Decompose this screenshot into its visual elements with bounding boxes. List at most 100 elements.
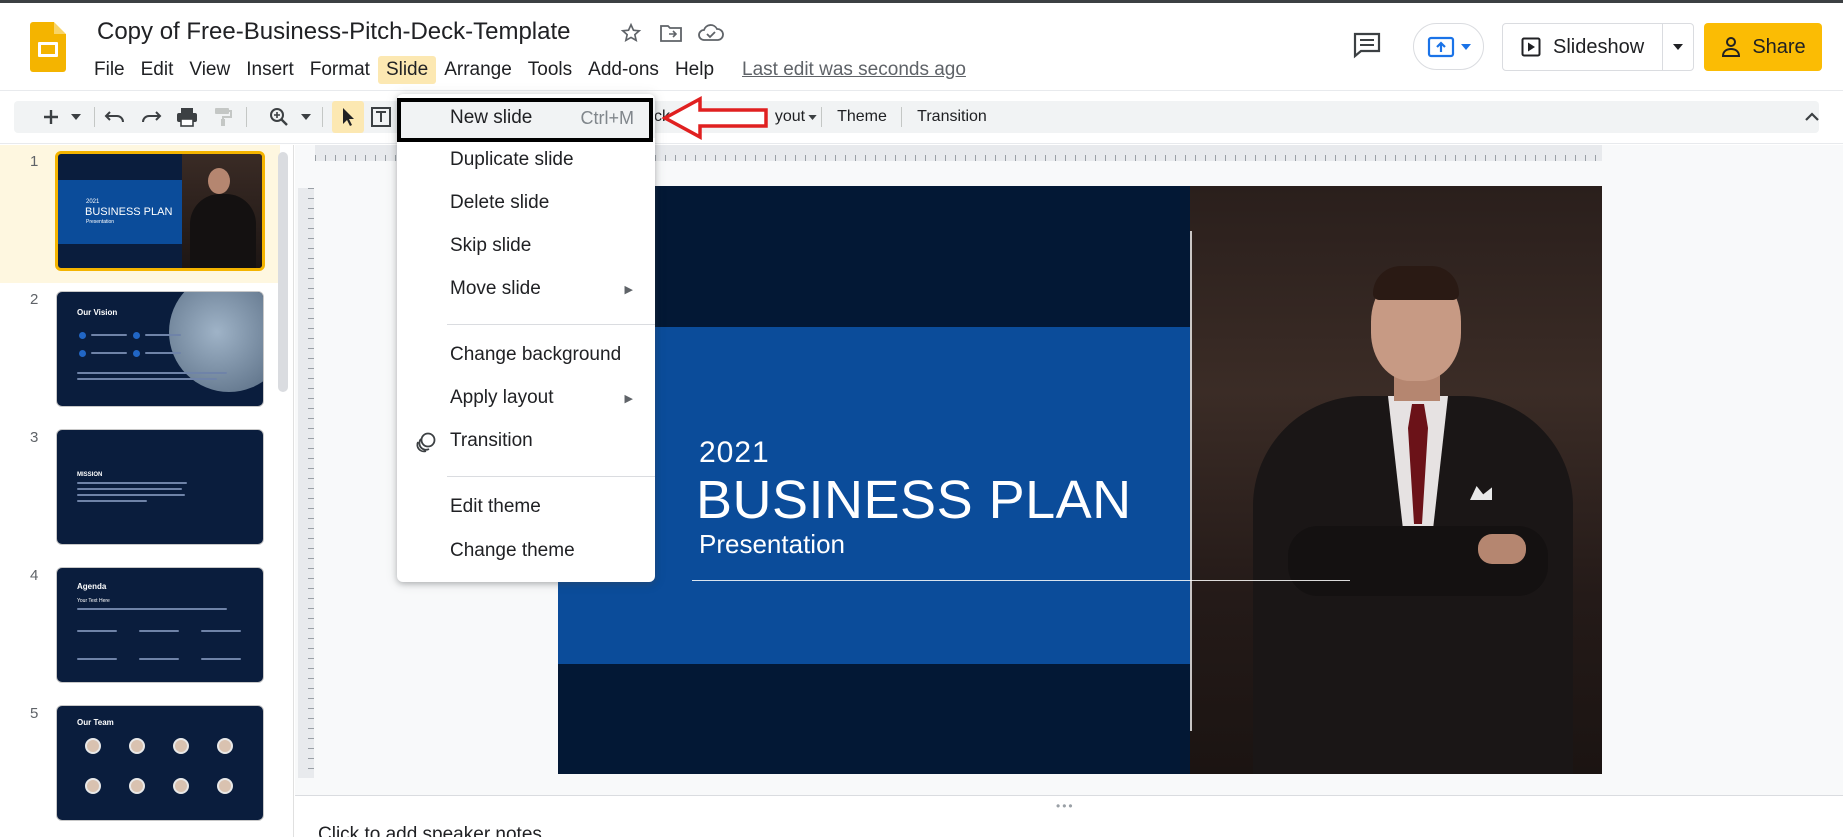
- thumb-person-head: [208, 168, 230, 194]
- menu-item-move-slide[interactable]: Move slide ▶: [397, 269, 655, 309]
- speaker-notes-placeholder[interactable]: Click to add speaker notes: [318, 824, 542, 837]
- slideshow-button-group: Slideshow: [1502, 23, 1694, 71]
- menu-item-apply-layout[interactable]: Apply layout ▶: [397, 378, 655, 418]
- new-slide-plus-icon[interactable]: [36, 101, 66, 133]
- filmstrip-slide-3[interactable]: 3 MISSION: [0, 421, 280, 559]
- menu-slide[interactable]: Slide: [377, 56, 437, 84]
- menu-help[interactable]: Help: [667, 56, 722, 84]
- document-title[interactable]: Copy of Free-Business-Pitch-Deck-Templat…: [97, 18, 571, 46]
- toolbar-divider: [901, 107, 902, 127]
- thumb-text-line: [77, 482, 187, 484]
- vertical-ruler[interactable]: [298, 188, 314, 778]
- slide-title[interactable]: BUSINESS PLAN: [696, 469, 1132, 531]
- filmstrip-scrollbar[interactable]: [278, 152, 288, 392]
- thumb-text-line: [77, 630, 117, 632]
- text-box-icon[interactable]: [370, 101, 392, 133]
- slides-logo-icon[interactable]: [30, 22, 66, 72]
- thumb-team-avatar: [85, 738, 101, 754]
- notes-resize-handle[interactable]: •••: [1056, 799, 1075, 813]
- new-slide-dropdown-icon[interactable]: [66, 101, 86, 133]
- logo-inner: [38, 42, 58, 57]
- paint-format-icon[interactable]: [208, 101, 238, 133]
- menu-item-label: Skip slide: [450, 235, 532, 256]
- menu-file[interactable]: File: [86, 56, 133, 84]
- thumb-team-avatar: [173, 738, 189, 754]
- thumb-title: Agenda: [77, 582, 107, 591]
- last-edit-link[interactable]: Last edit was seconds ago: [742, 59, 966, 81]
- comment-history-icon[interactable]: [1352, 31, 1384, 61]
- menu-item-duplicate-slide[interactable]: Duplicate slide: [397, 140, 655, 180]
- thumb-year: 2021: [86, 199, 100, 205]
- slide-horizontal-line[interactable]: [692, 580, 1350, 581]
- menu-insert[interactable]: Insert: [238, 56, 302, 84]
- menu-view[interactable]: View: [181, 56, 238, 84]
- thumb-team-avatar: [217, 738, 233, 754]
- thumb-text-line: [139, 658, 179, 660]
- layout-label-partial: yout: [774, 108, 806, 125]
- menu-tools[interactable]: Tools: [520, 56, 580, 84]
- menu-item-transition[interactable]: Transition: [397, 421, 655, 461]
- filmstrip-slide-2[interactable]: 2 Our Vision: [0, 283, 280, 421]
- menu-edit[interactable]: Edit: [133, 56, 182, 84]
- print-icon[interactable]: [172, 101, 202, 133]
- menu-addons[interactable]: Add-ons: [580, 56, 667, 84]
- select-cursor-icon[interactable]: [332, 101, 364, 133]
- thumb-text-line: [91, 352, 127, 354]
- slide-subtitle[interactable]: Presentation: [699, 529, 845, 560]
- menu-item-label: Delete slide: [450, 192, 550, 213]
- thumb-text-line: [91, 334, 127, 336]
- thumb-team-avatar: [129, 738, 145, 754]
- thumb-sub: Your Text Here: [77, 598, 110, 604]
- filmstrip-slide-1[interactable]: 1 2021 BUSINESS PLAN Presentation: [0, 145, 280, 283]
- submenu-arrow-icon: ▶: [624, 283, 633, 296]
- thumb-team-avatar: [85, 778, 101, 794]
- redo-icon[interactable]: [136, 101, 166, 133]
- slideshow-dropdown[interactable]: [1663, 24, 1693, 70]
- photo-person-hand: [1478, 534, 1526, 564]
- menu-item-label: Apply layout: [450, 387, 554, 408]
- undo-icon[interactable]: [100, 101, 130, 133]
- menu-item-change-background[interactable]: Change background: [397, 335, 655, 375]
- share-button[interactable]: Share: [1704, 23, 1822, 71]
- thumb-text-line: [77, 658, 117, 660]
- layout-button-partial[interactable]: yout: [766, 101, 826, 133]
- thumb-text-line: [77, 488, 182, 490]
- menu-format[interactable]: Format: [302, 56, 378, 84]
- slide-number: 1: [30, 153, 39, 170]
- slide-number: 3: [30, 429, 39, 446]
- zoom-dropdown-icon[interactable]: [296, 101, 316, 133]
- annotation-highlight-box: [397, 98, 653, 142]
- lock-person-icon: [1722, 37, 1741, 57]
- toolbar: ck yout Theme Transition: [14, 101, 1819, 133]
- menu-arrange[interactable]: Arrange: [436, 56, 520, 84]
- current-slide[interactable]: 2021 BUSINESS PLAN Presentation: [558, 186, 1602, 774]
- slide-year[interactable]: 2021: [699, 436, 770, 470]
- menu-item-change-theme[interactable]: Change theme: [397, 531, 655, 571]
- slide-thumbnail: Agenda Your Text Here: [56, 567, 264, 683]
- filmstrip-slide-5[interactable]: 5 Our Team: [0, 697, 280, 835]
- menu-item-skip-slide[interactable]: Skip slide: [397, 226, 655, 266]
- thumb-text-line: [201, 658, 241, 660]
- slide-vertical-line[interactable]: [1190, 231, 1192, 731]
- cloud-saved-icon[interactable]: [698, 20, 724, 46]
- slideshow-button[interactable]: Slideshow: [1503, 24, 1663, 70]
- thumb-bullet: [79, 332, 86, 339]
- thumb-text-line: [201, 630, 241, 632]
- title-icons: [618, 20, 724, 46]
- move-folder-icon[interactable]: [658, 20, 684, 46]
- slide-thumbnail: Our Vision: [56, 291, 264, 407]
- slide-number: 5: [30, 705, 39, 722]
- photo-person-hair: [1373, 266, 1459, 300]
- thumb-bullet: [133, 332, 140, 339]
- filmstrip-slide-4[interactable]: 4 Agenda Your Text Here: [0, 559, 280, 697]
- transition-button[interactable]: Transition: [910, 101, 994, 133]
- star-icon[interactable]: [618, 20, 644, 46]
- present-to-meeting-button[interactable]: [1413, 23, 1484, 70]
- zoom-icon[interactable]: [264, 101, 294, 133]
- menu-item-label: Change theme: [450, 540, 575, 561]
- slideshow-label: Slideshow: [1553, 35, 1645, 58]
- menu-item-delete-slide[interactable]: Delete slide: [397, 183, 655, 223]
- menu-item-edit-theme[interactable]: Edit theme: [397, 487, 655, 527]
- theme-button[interactable]: Theme: [832, 101, 892, 133]
- collapse-toolbar-icon[interactable]: [1802, 101, 1822, 133]
